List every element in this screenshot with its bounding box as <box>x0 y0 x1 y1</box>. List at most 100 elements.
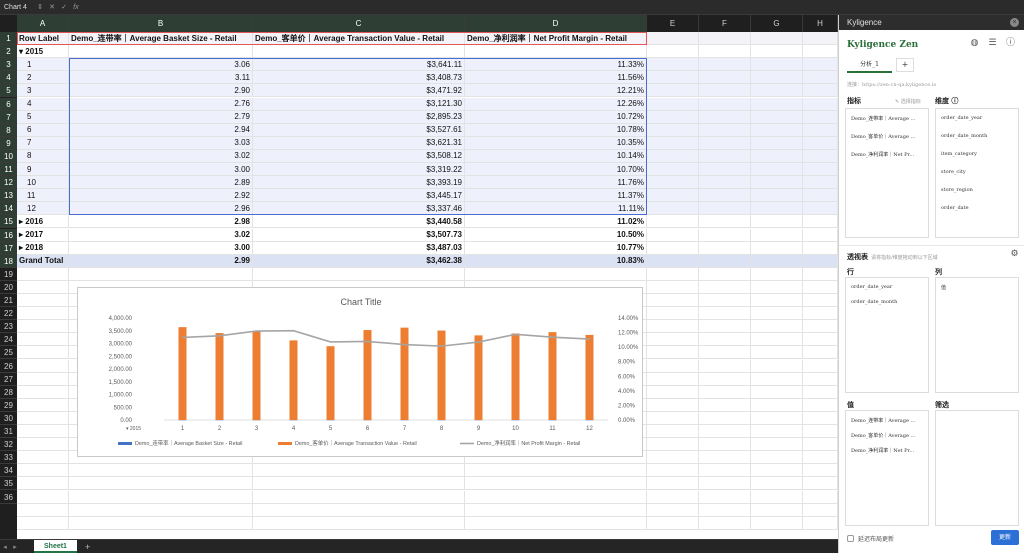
row-header[interactable]: 14 <box>0 202 17 216</box>
cell[interactable] <box>699 425 751 438</box>
cell[interactable] <box>647 503 699 516</box>
cell[interactable]: $3,408.73 <box>253 71 465 84</box>
cell[interactable] <box>699 215 751 228</box>
row-header[interactable]: 21 <box>0 294 17 308</box>
cell[interactable] <box>803 307 838 320</box>
cell[interactable] <box>69 503 253 516</box>
cell[interactable]: 7 <box>17 136 69 149</box>
cell[interactable] <box>803 267 838 280</box>
cell[interactable] <box>803 32 838 45</box>
cell[interactable]: $3,121.30 <box>253 97 465 110</box>
add-tab-button[interactable]: + <box>896 58 914 72</box>
cell[interactable] <box>699 503 751 516</box>
cell[interactable]: 10.72% <box>465 110 647 123</box>
cell[interactable] <box>751 176 803 189</box>
bar-1-0[interactable] <box>178 327 187 420</box>
cell[interactable] <box>465 464 647 477</box>
field-item[interactable]: order_date_month <box>941 133 1017 139</box>
name-box[interactable]: Chart 4 <box>0 0 34 15</box>
cell[interactable] <box>751 163 803 176</box>
cell[interactable] <box>647 58 699 71</box>
bar-1-11[interactable] <box>585 334 594 420</box>
cell[interactable] <box>699 438 751 451</box>
field-item[interactable]: order_date <box>941 205 1017 211</box>
cell[interactable] <box>699 163 751 176</box>
cell[interactable] <box>751 149 803 162</box>
cell[interactable] <box>647 267 699 280</box>
cell[interactable]: 10.14% <box>465 149 647 162</box>
cell[interactable]: $2,895.23 <box>253 110 465 123</box>
cell[interactable]: 11.76% <box>465 176 647 189</box>
dimensions-list[interactable]: order_date_year order_date_month item_cate… <box>935 108 1019 238</box>
cell[interactable] <box>803 45 838 58</box>
cell[interactable]: ▸ 2018 <box>17 241 69 254</box>
row-header[interactable]: 34 <box>0 464 17 478</box>
cell[interactable]: ▸ 2016 <box>17 215 69 228</box>
cell[interactable]: 2.96 <box>69 202 253 215</box>
column-header[interactable]: D <box>465 15 647 32</box>
cell[interactable] <box>253 477 465 490</box>
cell[interactable] <box>803 202 838 215</box>
cell[interactable] <box>699 32 751 45</box>
cell[interactable] <box>699 451 751 464</box>
cell[interactable] <box>17 490 69 503</box>
cell[interactable]: $3,440.58 <box>253 215 465 228</box>
columns-drop-zone[interactable]: 值 <box>935 277 1019 393</box>
row-header[interactable]: 23 <box>0 320 17 334</box>
cell[interactable] <box>69 490 253 503</box>
cell[interactable] <box>803 176 838 189</box>
cell[interactable]: 2.99 <box>69 254 253 267</box>
row-header[interactable]: 11 <box>0 163 17 177</box>
cell[interactable] <box>647 241 699 254</box>
cell[interactable] <box>803 163 838 176</box>
cell[interactable] <box>699 490 751 503</box>
cell[interactable] <box>699 45 751 58</box>
cell[interactable]: 5 <box>17 110 69 123</box>
cell[interactable] <box>751 254 803 267</box>
cell[interactable] <box>69 45 253 58</box>
cell[interactable] <box>751 84 803 97</box>
cell[interactable] <box>751 189 803 202</box>
cell[interactable] <box>253 45 465 58</box>
field-item[interactable]: store_region <box>941 187 1017 193</box>
cell[interactable]: 2.89 <box>69 176 253 189</box>
next-sheet-icon[interactable]: ▸ <box>10 543 20 551</box>
cell[interactable] <box>751 32 803 45</box>
cell[interactable] <box>647 333 699 346</box>
cell[interactable] <box>751 477 803 490</box>
cell[interactable] <box>751 294 803 307</box>
spreadsheet-grid[interactable]: ABCDEFGH 1 2 3 4 5 6 7 8 9 10 11 12 13 14 15 16 17 18 19 20… <box>0 15 838 539</box>
cell[interactable] <box>647 163 699 176</box>
legend-entry[interactable]: Demo_净利润率｜Net Profit Margin - Retail <box>477 439 580 447</box>
cell[interactable] <box>647 32 699 45</box>
cell[interactable] <box>465 267 647 280</box>
bar-1-6[interactable] <box>400 327 409 420</box>
cell[interactable] <box>647 254 699 267</box>
metrics-list[interactable]: Demo_连带率｜Average ... Demo_客单价｜Average ...… <box>845 108 929 238</box>
cell[interactable] <box>699 254 751 267</box>
column-header[interactable]: F <box>699 15 751 32</box>
update-button[interactable]: 更新 <box>991 530 1019 545</box>
cell[interactable] <box>751 516 803 529</box>
cell[interactable] <box>699 385 751 398</box>
cell[interactable]: 3.00 <box>69 163 253 176</box>
cell-grid[interactable]: Row Label Demo_连带率｜Average Basket Size - … <box>17 32 838 539</box>
cell[interactable] <box>17 359 69 372</box>
cell[interactable] <box>17 516 69 529</box>
cell[interactable] <box>647 123 699 136</box>
cell[interactable]: 6 <box>17 123 69 136</box>
cell[interactable]: $3,393.19 <box>253 176 465 189</box>
cell[interactable]: 2.90 <box>69 84 253 97</box>
column-header[interactable]: E <box>647 15 699 32</box>
cell[interactable]: 2.94 <box>69 123 253 136</box>
cell[interactable] <box>803 97 838 110</box>
cell[interactable] <box>647 84 699 97</box>
cell[interactable] <box>647 97 699 110</box>
cell[interactable] <box>647 149 699 162</box>
category-group-button[interactable]: ▾ 2015 <box>126 426 141 432</box>
bar-1-1[interactable] <box>215 333 224 420</box>
cell[interactable] <box>17 267 69 280</box>
cell[interactable]: 11.11% <box>465 202 647 215</box>
cell[interactable] <box>17 451 69 464</box>
cell[interactable] <box>803 58 838 71</box>
